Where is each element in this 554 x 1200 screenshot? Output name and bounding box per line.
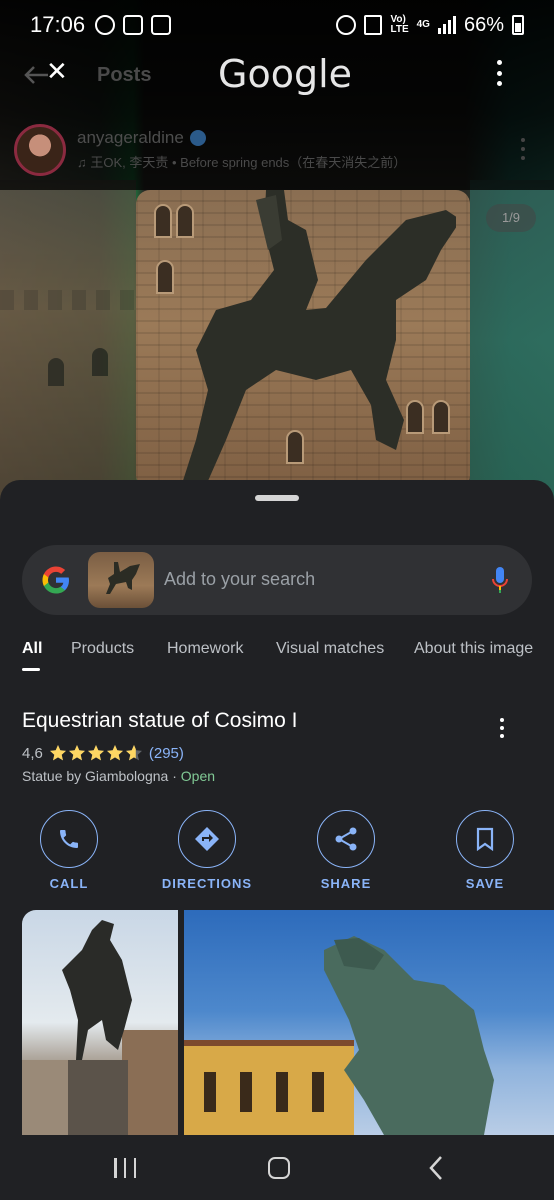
battlement-decoration — [0, 290, 136, 310]
google-logo: Google — [218, 52, 353, 96]
call-circle — [40, 810, 98, 868]
status-time: 17:06 — [30, 12, 86, 37]
result-tabs: All Products Homework Visual matches Abo… — [0, 628, 554, 674]
post-music-line[interactable]: ♫ 王OK, 李天责 • Before spring ends（在春天消失之前） — [77, 152, 406, 171]
save-label: SAVE — [465, 876, 505, 891]
post-username-row[interactable]: anyageraldine — [77, 128, 206, 148]
search-bar[interactable]: Add to your search — [22, 545, 532, 615]
posts-label: Posts — [97, 64, 152, 86]
call-button[interactable]: CALL — [14, 810, 124, 891]
result-photo[interactable] — [22, 910, 178, 1135]
rating-value: 4,6 — [22, 744, 43, 762]
shop-icon — [151, 15, 172, 35]
notification-icons — [95, 15, 172, 35]
battery-icon — [512, 15, 524, 35]
post-username: anyageraldine — [77, 128, 184, 147]
back-icon[interactable] — [426, 1155, 446, 1181]
statue-photo-graphic — [22, 920, 178, 1135]
equestrian-statue-silhouette — [180, 190, 456, 490]
tab-visual-matches[interactable]: Visual matches — [276, 640, 384, 658]
verified-badge-icon — [189, 130, 206, 146]
post-music-text: 王OK, 李天责 • Before spring ends（在春天消失之前） — [90, 155, 407, 170]
rating-row[interactable]: 4,6 (295) — [22, 744, 184, 762]
result-photo[interactable] — [184, 910, 554, 1135]
result-title[interactable]: Equestrian statue of Cosimo I — [22, 709, 297, 733]
save-circle — [456, 810, 514, 868]
whatsapp-icon — [95, 15, 116, 35]
image-page-counter: 1/9 — [486, 204, 536, 232]
share-circle — [317, 810, 375, 868]
share-icon — [335, 827, 357, 851]
rating-stars — [49, 744, 143, 762]
drag-handle[interactable] — [255, 495, 299, 501]
save-button[interactable]: SAVE — [430, 810, 540, 891]
directions-button[interactable]: DIRECTIONS — [152, 810, 262, 891]
statue-thumbnail-graphic — [106, 562, 140, 594]
star-full-icon — [106, 745, 123, 761]
open-status: Open — [180, 768, 216, 784]
more-options-icon[interactable] — [496, 60, 502, 86]
search-placeholder: Add to your search — [164, 569, 316, 589]
star-full-icon — [87, 745, 104, 761]
system-nav-bar — [0, 1135, 554, 1200]
battery-percent: 66% — [463, 13, 504, 36]
phone-icon — [60, 830, 78, 848]
tab-homework[interactable]: Homework — [167, 640, 243, 658]
tab-all[interactable]: All — [22, 640, 42, 658]
directions-label: DIRECTIONS — [161, 876, 253, 891]
bookmark-icon — [476, 827, 494, 851]
volte-indicator: Vo) LTE — [390, 14, 409, 35]
review-count[interactable]: (295) — [149, 745, 184, 762]
star-half-icon — [125, 745, 142, 761]
active-tab-indicator — [22, 668, 40, 671]
tab-products[interactable]: Products — [71, 640, 134, 658]
close-icon[interactable]: ✕ — [46, 58, 68, 84]
previous-image-preview[interactable] — [0, 180, 136, 500]
share-label: SHARE — [320, 876, 372, 891]
share-button[interactable]: SHARE — [291, 810, 401, 891]
star-full-icon — [49, 745, 66, 761]
post-more-icon[interactable] — [520, 138, 526, 160]
signal-icon — [437, 16, 456, 34]
result-more-icon[interactable] — [499, 718, 505, 738]
star-full-icon — [68, 745, 85, 761]
lens-results-sheet: Add to your search All Products Homework… — [0, 480, 554, 1200]
window-decoration — [92, 348, 108, 376]
microphone-icon[interactable] — [490, 565, 510, 595]
subtitle-text: Statue by Giambologna — [22, 768, 169, 784]
action-buttons: CALL DIRECTIONS SHARE SAVE — [0, 810, 554, 891]
call-label: CALL — [49, 876, 89, 891]
subtitle-separator: · — [168, 768, 181, 784]
status-bar: 17:06 Vo) LTE 4G 66% — [0, 0, 554, 50]
recent-apps-icon[interactable] — [114, 1158, 136, 1178]
window-decoration — [48, 358, 64, 386]
music-note-icon: ♫ — [77, 155, 87, 170]
avatar[interactable] — [14, 124, 66, 176]
main-statue-photo[interactable] — [136, 190, 470, 490]
result-photo-strip — [22, 910, 554, 1135]
app-header: ✕ Posts Google — [0, 50, 554, 100]
network-gen-indicator: 4G — [416, 19, 430, 30]
directions-circle — [178, 810, 236, 868]
mute-icon — [364, 15, 383, 35]
gallery-icon — [123, 15, 144, 35]
google-g-icon — [42, 566, 69, 594]
directions-icon — [195, 827, 219, 851]
result-subtitle: Statue by Giambologna · Open — [22, 768, 215, 784]
post-header: anyageraldine ♫ 王OK, 李天责 • Before spring… — [0, 122, 554, 178]
search-image-thumbnail[interactable] — [88, 552, 154, 608]
alarm-icon — [336, 15, 357, 35]
tab-about-this-image[interactable]: About this image — [414, 640, 533, 658]
home-icon[interactable] — [268, 1157, 290, 1179]
statue-photo-graphic — [324, 936, 494, 1135]
system-indicators: Vo) LTE 4G 66% — [336, 14, 524, 37]
